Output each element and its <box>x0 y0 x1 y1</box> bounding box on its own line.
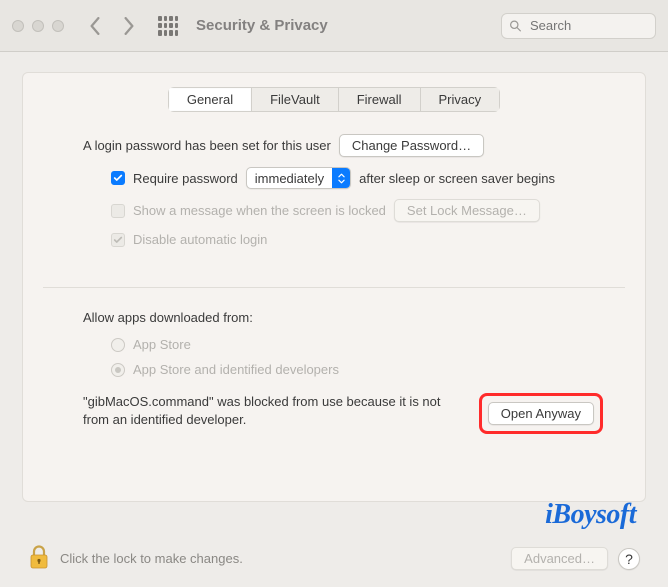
show-message-label: Show a message when the screen is locked <box>133 203 386 218</box>
traffic-lights <box>12 20 64 32</box>
annotation-highlight: Open Anyway <box>479 393 603 434</box>
footer: Click the lock to make changes. Advanced… <box>0 544 668 573</box>
forward-button[interactable] <box>120 14 138 38</box>
search-input[interactable] <box>501 13 656 39</box>
popup-value: immediately <box>247 171 332 186</box>
checkmark-icon <box>113 173 123 183</box>
window-title: Security & Privacy <box>196 17 493 34</box>
lock-text: Click the lock to make changes. <box>60 551 501 566</box>
window-toolbar: Security & Privacy <box>0 0 668 52</box>
search-field[interactable] <box>501 13 656 39</box>
search-icon <box>509 19 522 32</box>
login-password-text: A login password has been set for this u… <box>83 138 331 153</box>
radio-app-store <box>111 338 125 352</box>
chevron-left-icon <box>89 17 101 35</box>
require-password-delay-popup[interactable]: immediately <box>246 167 351 189</box>
radio-app-store-label: App Store <box>133 337 191 352</box>
back-button[interactable] <box>86 14 104 38</box>
lock-icon[interactable] <box>28 544 50 573</box>
set-lock-message-button: Set Lock Message… <box>394 199 540 222</box>
nav-arrows <box>86 14 138 38</box>
open-anyway-button[interactable]: Open Anyway <box>488 402 594 425</box>
advanced-button: Advanced… <box>511 547 608 570</box>
checkmark-icon <box>113 235 123 245</box>
show-all-icon[interactable] <box>158 16 178 36</box>
tab-general[interactable]: General <box>168 87 252 112</box>
disable-auto-login-checkbox <box>111 233 125 247</box>
divider <box>43 287 625 288</box>
blocked-app-text: "gibMacOS.command" was blocked from use … <box>83 393 463 428</box>
tab-firewall[interactable]: Firewall <box>339 87 421 112</box>
change-password-button[interactable]: Change Password… <box>339 134 484 157</box>
require-password-checkbox[interactable] <box>111 171 125 185</box>
require-password-suffix: after sleep or screen saver begins <box>359 171 555 186</box>
tab-row: General FileVault Firewall Privacy <box>168 87 500 112</box>
show-message-checkbox <box>111 204 125 218</box>
close-window-icon[interactable] <box>12 20 24 32</box>
minimize-window-icon[interactable] <box>32 20 44 32</box>
require-password-label: Require password <box>133 171 238 186</box>
chevron-right-icon <box>123 17 135 35</box>
radio-app-store-identified-label: App Store and identified developers <box>133 362 339 377</box>
tab-filevault[interactable]: FileVault <box>252 87 339 112</box>
help-button[interactable]: ? <box>618 548 640 570</box>
popup-arrows-icon <box>332 168 350 188</box>
watermark: iBoysoft <box>545 499 636 531</box>
allow-apps-heading: Allow apps downloaded from: <box>83 310 253 325</box>
tab-privacy[interactable]: Privacy <box>421 87 501 112</box>
zoom-window-icon[interactable] <box>52 20 64 32</box>
radio-app-store-identified <box>111 363 125 377</box>
preferences-panel: General FileVault Firewall Privacy A log… <box>22 72 646 502</box>
disable-auto-login-label: Disable automatic login <box>133 232 267 247</box>
